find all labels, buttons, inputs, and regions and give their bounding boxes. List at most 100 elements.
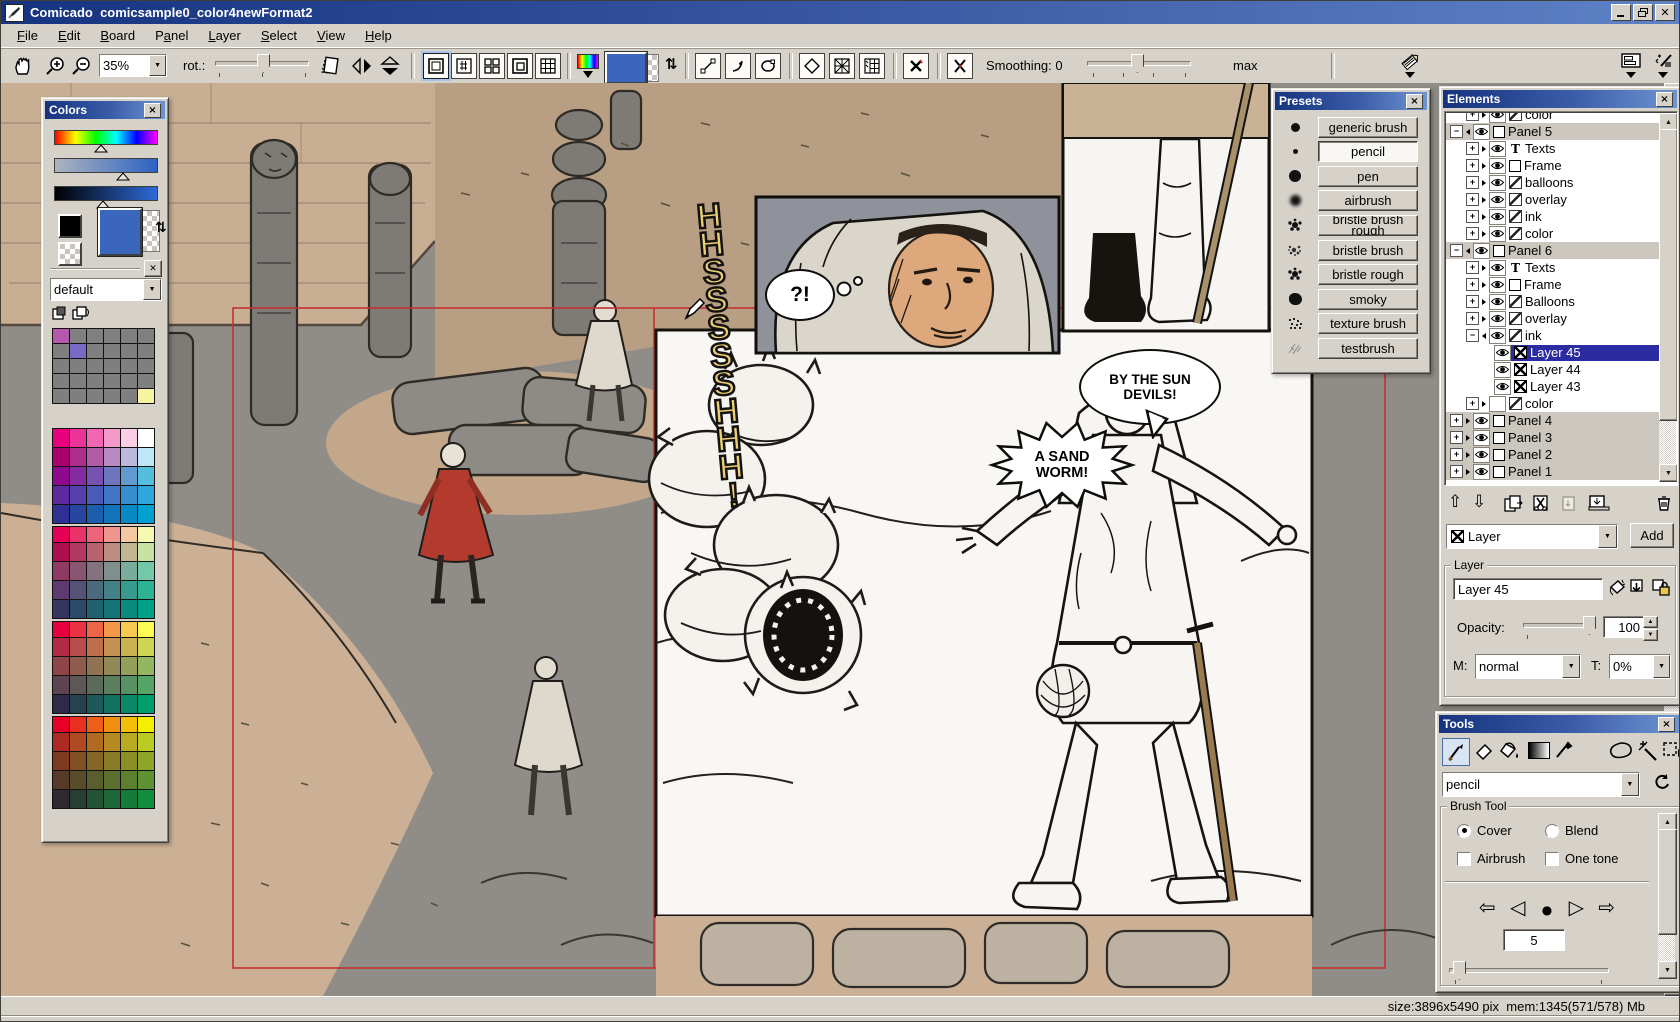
palette-swatch[interactable] — [103, 675, 121, 695]
preset-bristle-brush-rough[interactable]: bristle brush rough — [1318, 215, 1418, 236]
palette-swatch[interactable] — [103, 621, 121, 638]
tool-preset-combo[interactable]: ▼ — [1442, 772, 1640, 797]
layer-effect-icon[interactable] — [1607, 578, 1627, 600]
palette-dropdown-arrow[interactable]: ▼ — [143, 279, 161, 300]
cover-radio[interactable]: Cover — [1457, 823, 1512, 838]
palette-swatch[interactable] — [137, 637, 155, 657]
flip-vertical-button[interactable] — [377, 53, 403, 79]
expand-toggle[interactable]: + — [1466, 176, 1479, 189]
tree-row-overlay[interactable]: +overlay — [1446, 191, 1659, 208]
custom-swatch[interactable] — [52, 373, 70, 389]
menu-edit[interactable]: Edit — [48, 25, 90, 46]
palette-swatch[interactable] — [52, 732, 70, 752]
custom-swatch[interactable] — [103, 358, 121, 374]
custom-swatch[interactable] — [137, 373, 155, 389]
palette-swatch[interactable] — [137, 621, 155, 638]
expand-toggle[interactable]: + — [1450, 448, 1463, 461]
cut-layer-button[interactable] — [1532, 495, 1552, 515]
tree-row-overlay[interactable]: +overlay — [1446, 310, 1659, 327]
palette-swatch[interactable] — [120, 637, 138, 657]
palette-swatch[interactable] — [120, 732, 138, 752]
custom-swatch[interactable] — [120, 358, 138, 374]
expand-toggle[interactable]: + — [1466, 193, 1479, 206]
visibility-toggle[interactable] — [1489, 294, 1506, 310]
palette-swatch[interactable] — [52, 428, 70, 448]
tree-row-color[interactable]: +color — [1446, 113, 1659, 123]
palette-swatch[interactable] — [69, 561, 87, 581]
palette-swatch[interactable] — [137, 561, 155, 581]
palette-swatch[interactable] — [86, 466, 104, 486]
visibility-toggle[interactable] — [1473, 413, 1490, 429]
brush-tool-button[interactable] — [1442, 738, 1470, 766]
palette-swatch[interactable] — [103, 716, 121, 733]
custom-swatch[interactable] — [86, 328, 104, 344]
palette-swatch[interactable] — [52, 770, 70, 790]
palette-swatch[interactable] — [120, 694, 138, 714]
palette-swatch[interactable] — [69, 694, 87, 714]
tone-input[interactable] — [1610, 655, 1653, 678]
palette-swatch[interactable] — [137, 789, 155, 809]
tree-row-panel-6[interactable]: −Panel 6 — [1446, 242, 1659, 259]
swap-color-icon[interactable]: ⇅ — [155, 220, 167, 236]
palette-copy-icon[interactable] — [72, 306, 90, 323]
palette-swatch[interactable] — [137, 580, 155, 600]
palette-swatch[interactable] — [103, 656, 121, 676]
palette-swatch[interactable] — [52, 526, 70, 543]
copy-layer-button[interactable] — [1504, 495, 1524, 515]
expand-toggle[interactable]: + — [1466, 261, 1479, 274]
palette-swatch[interactable] — [103, 526, 121, 543]
preset-bristle-brush[interactable]: bristle brush — [1318, 240, 1418, 261]
blend-mode-input[interactable] — [1476, 655, 1562, 678]
tree-row-color[interactable]: +color — [1446, 395, 1659, 412]
palette-swatch[interactable] — [69, 466, 87, 486]
rotation-slider[interactable] — [215, 54, 309, 72]
expand-toggle[interactable]: + — [1466, 227, 1479, 240]
blend-mode-combo[interactable]: ▼ — [1475, 654, 1581, 679]
palette-swatch[interactable] — [52, 466, 70, 486]
move-layer-down-button[interactable]: ⇩ — [1472, 492, 1486, 512]
tree-row-texts[interactable]: +TTexts — [1446, 140, 1659, 157]
palette-swatch[interactable] — [86, 580, 104, 600]
palette-swatch[interactable] — [103, 751, 121, 771]
custom-swatch[interactable] — [52, 358, 70, 374]
palette-swatch[interactable] — [120, 447, 138, 467]
size-larger-button[interactable]: ▷ — [1569, 895, 1584, 919]
palette-swatch[interactable] — [103, 637, 121, 657]
colors-panel-close-button[interactable]: × — [144, 103, 161, 118]
primary-color-swatch[interactable] — [58, 214, 82, 238]
palette-swatch[interactable] — [69, 732, 87, 752]
tree-row-ink[interactable]: −ink — [1446, 327, 1659, 344]
palette-swatch[interactable] — [120, 542, 138, 562]
saturation-marker[interactable] — [116, 172, 130, 181]
zoom-dropdown-arrow[interactable]: ▼ — [149, 55, 166, 76]
palette-swatch[interactable] — [137, 770, 155, 790]
palette-swatch[interactable] — [52, 716, 70, 733]
palette-swatch[interactable] — [86, 637, 104, 657]
hue-marker[interactable] — [94, 144, 108, 153]
palette-swatch[interactable] — [137, 675, 155, 695]
palette-swatch[interactable] — [137, 694, 155, 714]
palette-swatch[interactable] — [137, 447, 155, 467]
palette-swatch[interactable] — [86, 485, 104, 505]
palette-swatch[interactable] — [120, 770, 138, 790]
smoothing-slider[interactable] — [1087, 54, 1191, 72]
palette-swatch[interactable] — [69, 580, 87, 600]
tree-row-frame[interactable]: +Frame — [1446, 157, 1659, 174]
palette-swatch[interactable] — [137, 656, 155, 676]
palette-swatch[interactable] — [86, 526, 104, 543]
visibility-toggle[interactable] — [1489, 396, 1506, 412]
palette-swatch[interactable] — [120, 561, 138, 581]
palette-swatch[interactable] — [69, 504, 87, 524]
visibility-toggle[interactable] — [1473, 124, 1490, 140]
hand-tool-button[interactable] — [9, 53, 35, 79]
palette-swatch[interactable] — [52, 675, 70, 695]
menu-panel[interactable]: Panel — [145, 25, 198, 46]
custom-swatch[interactable] — [137, 388, 155, 404]
palette-swatch[interactable] — [103, 770, 121, 790]
palette-swatch[interactable] — [52, 447, 70, 467]
custom-swatch[interactable] — [69, 358, 87, 374]
delete-panel-button[interactable] — [903, 53, 929, 79]
palette-swatch[interactable] — [137, 526, 155, 543]
page-flip-icon[interactable] — [317, 53, 343, 79]
secondary-color-swatch[interactable] — [58, 242, 82, 266]
